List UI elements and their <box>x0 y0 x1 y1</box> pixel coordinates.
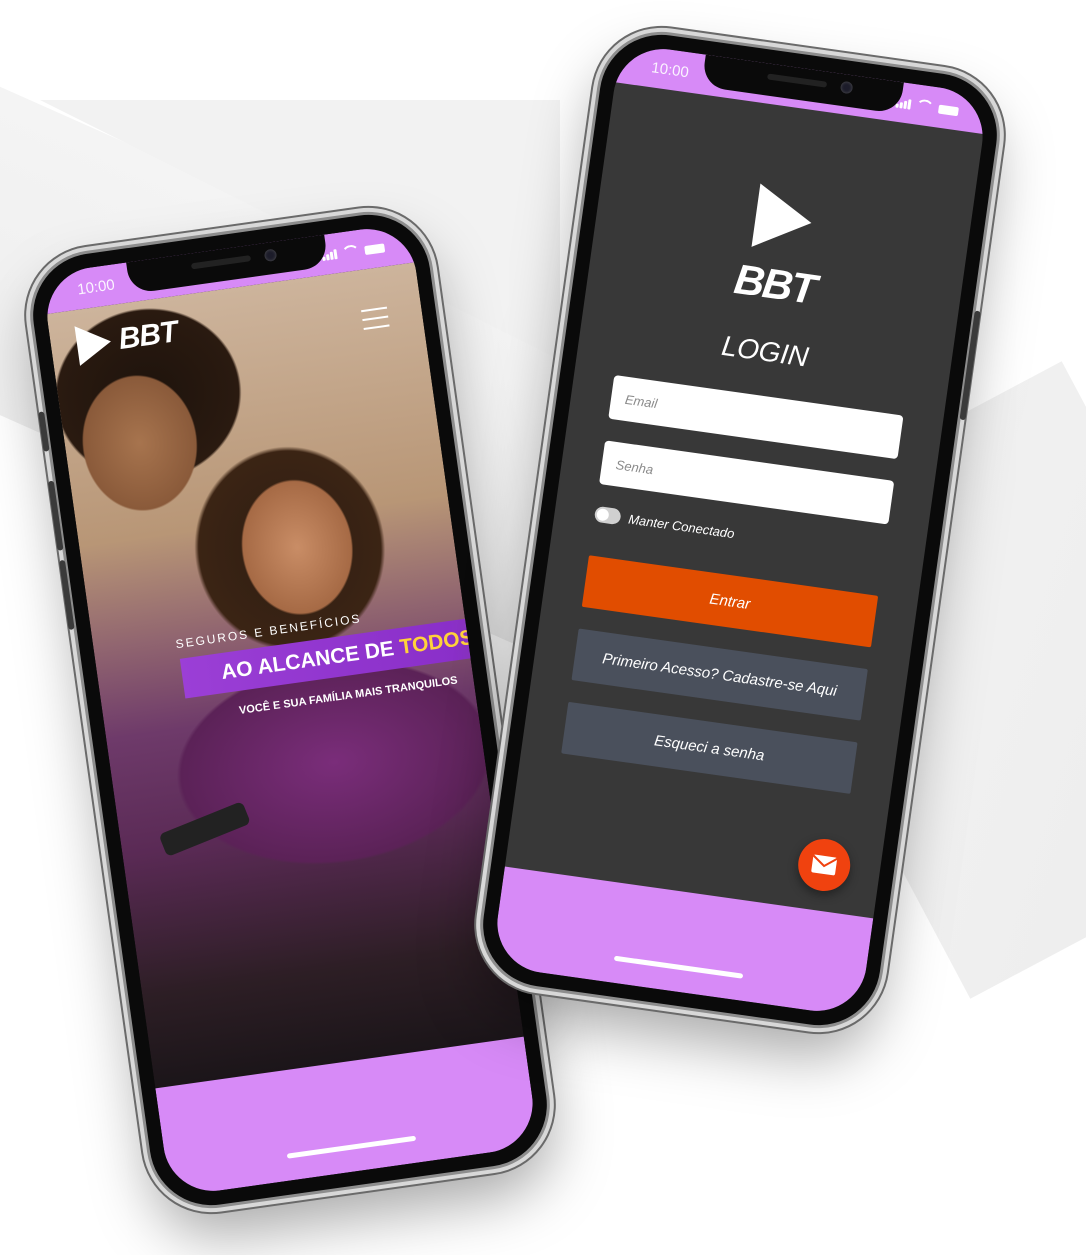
volume-up-button <box>47 480 64 551</box>
status-icons <box>321 240 386 262</box>
mail-icon <box>811 854 838 876</box>
speaker <box>190 255 252 270</box>
hero-headline-highlight: TODOS! <box>398 624 482 659</box>
forgot-password-button[interactable]: Esqueci a senha <box>561 701 858 794</box>
speaker <box>766 73 828 88</box>
hamburger-menu-icon[interactable] <box>361 306 391 337</box>
brand-name: BBT <box>731 255 818 313</box>
keep-connected[interactable]: Manter Conectado <box>593 505 736 541</box>
camera <box>263 248 278 263</box>
camera <box>839 80 854 95</box>
logo-triangle-icon <box>74 321 114 366</box>
keep-connected-label: Manter Conectado <box>627 510 736 541</box>
signup-button[interactable]: Primeiro Acesso? Cadastre-se Aqui <box>571 628 868 721</box>
volume-down-button <box>58 559 75 631</box>
battery-icon <box>937 104 959 117</box>
contact-fab[interactable] <box>794 835 854 895</box>
brand-name: BBT <box>116 315 180 357</box>
login-button[interactable]: Entrar <box>581 555 879 648</box>
status-time: 10:00 <box>650 59 690 82</box>
status-icons <box>895 96 959 117</box>
wifi-icon <box>915 98 935 113</box>
brand-logo: BBT <box>587 161 972 334</box>
battery-icon <box>364 243 386 256</box>
power-button <box>959 310 981 421</box>
status-time: 10:00 <box>76 276 116 299</box>
logo-triangle-icon <box>751 183 816 255</box>
wifi-icon <box>340 243 361 259</box>
keep-connected-toggle[interactable] <box>593 505 622 526</box>
